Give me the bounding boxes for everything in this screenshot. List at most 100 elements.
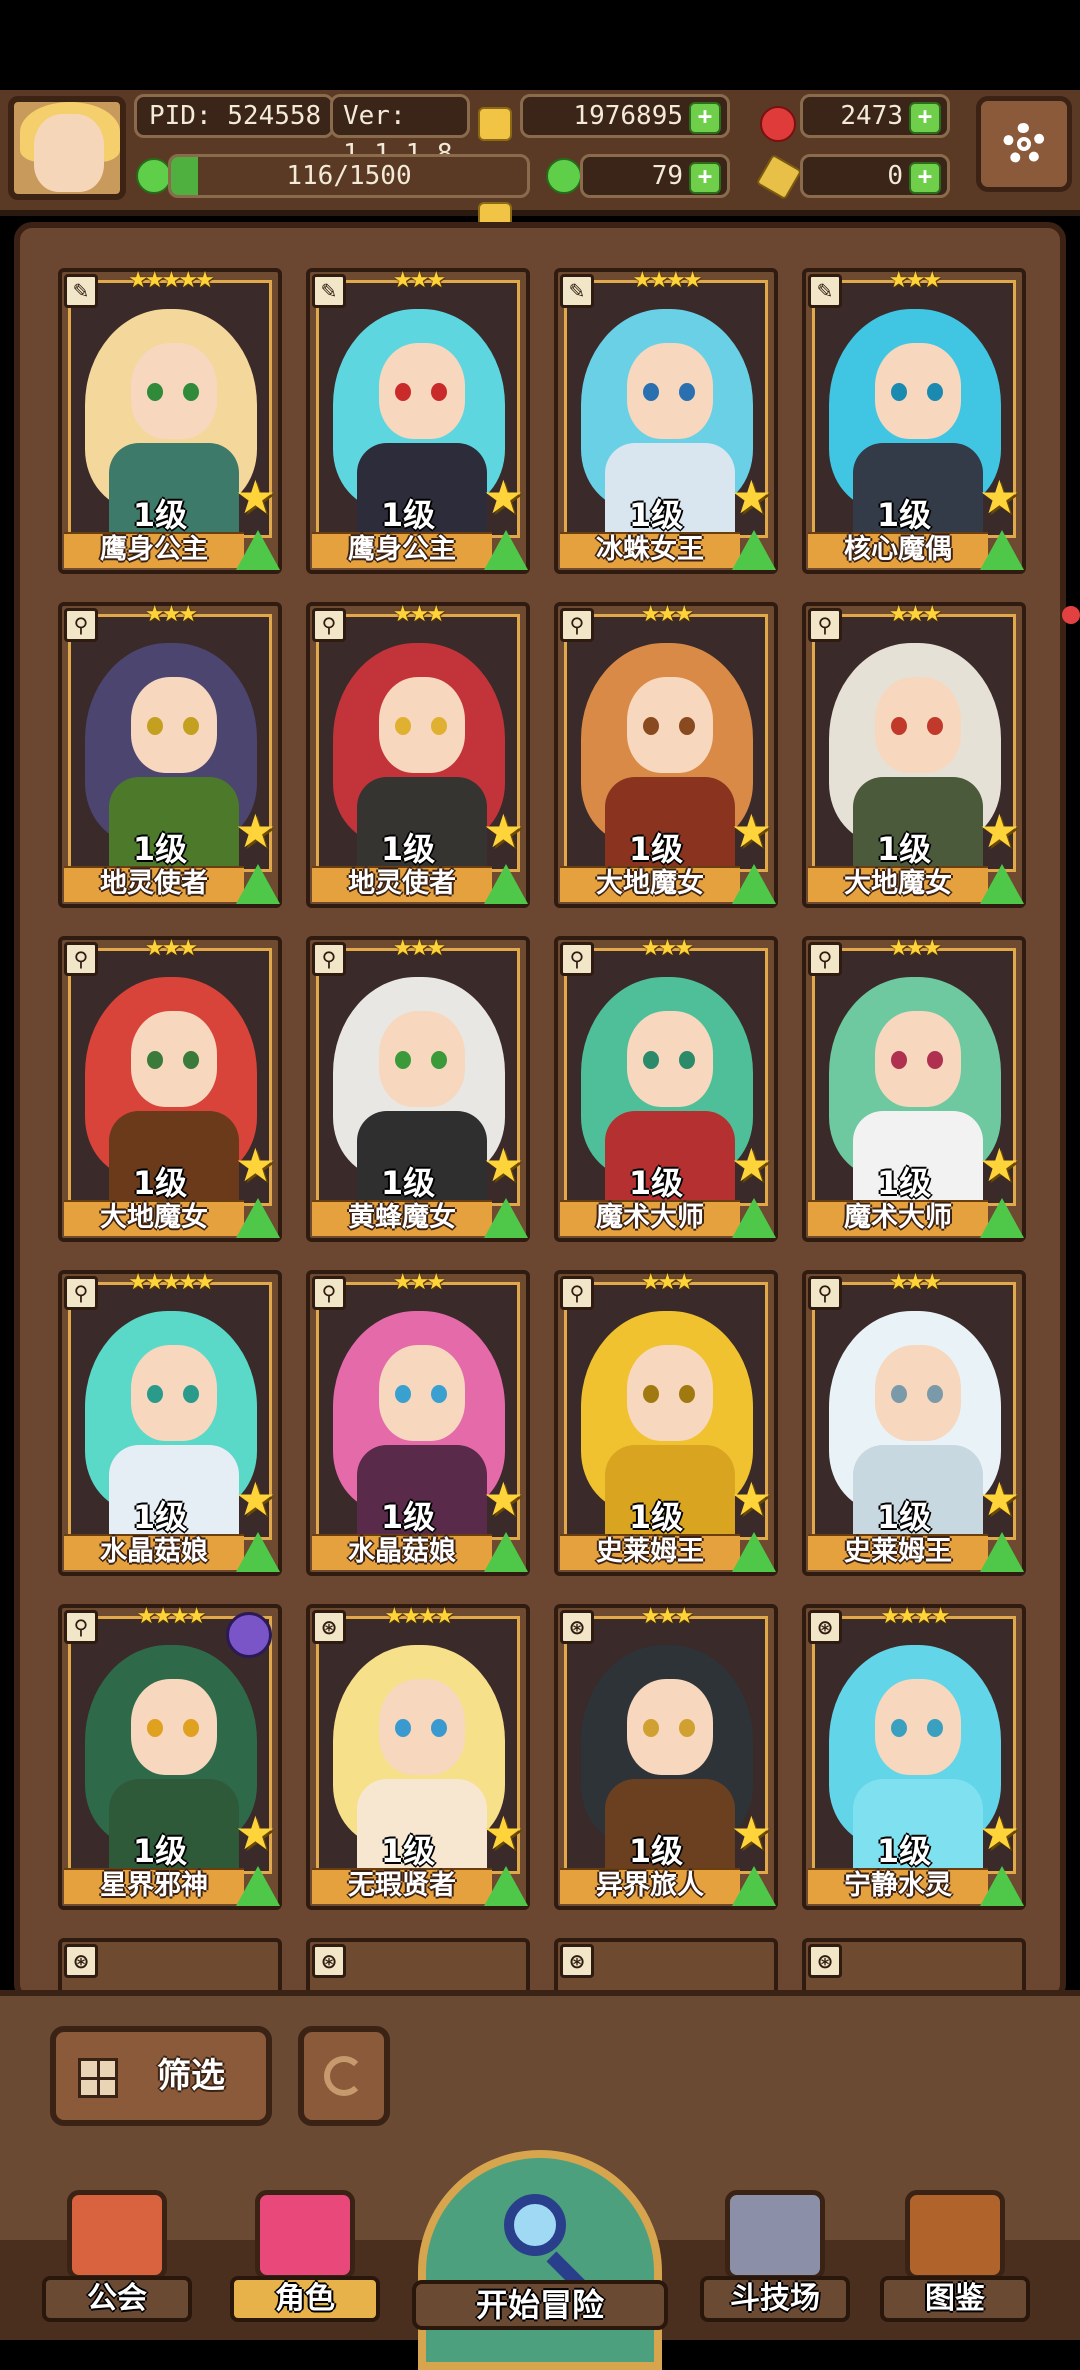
character-level: 1级 <box>876 1832 932 1870</box>
character-name: 大地魔女 <box>64 1200 244 1236</box>
character-card[interactable]: ✎ ★★★★ 1级 ★ 冰蛛女王 <box>554 268 778 574</box>
key-counter: 0 + <box>800 154 950 198</box>
character-card[interactable]: ✎ ★★★ 1级 ★ 鹰身公主 <box>306 268 530 574</box>
player-avatar[interactable] <box>8 96 126 200</box>
character-level: 1级 <box>380 496 436 534</box>
upgrade-arrow-icon <box>732 530 776 570</box>
portrait-face <box>875 1011 961 1107</box>
portrait-face <box>627 343 713 439</box>
ruby-icon <box>760 106 796 142</box>
star-rating: ★★★ <box>888 602 942 627</box>
awaken-star-icon: ★ <box>234 1472 276 1526</box>
star-rating: ★★★ <box>392 1270 446 1295</box>
class-icon: ⊛ <box>64 1944 98 1978</box>
character-level: 1级 <box>628 830 684 868</box>
character-card[interactable]: ✎ ★★★ 1级 ★ 核心魔偶 <box>802 268 1026 574</box>
character-card[interactable]: ⚲ ★★★ 1级 ★ 大地魔女 <box>554 602 778 908</box>
portrait-eye <box>891 717 907 735</box>
nav-guild[interactable]: 公会 <box>42 2190 192 2322</box>
portrait-eye <box>927 1385 943 1403</box>
portrait-eye <box>891 1051 907 1069</box>
portrait-face <box>379 1345 465 1441</box>
character-card[interactable]: ⚲ ★★★ 1级 ★ 魔术大师 <box>554 936 778 1242</box>
character-card[interactable]: ⚲ ★★★ 1级 ★ 史莱姆王 <box>802 1270 1026 1576</box>
character-card[interactable]: ⊛ ★★★★ 1级 ★ 无瑕贤者 <box>306 1604 530 1910</box>
nav-codex[interactable]: 图鉴 <box>880 2190 1030 2322</box>
character-name: 冰蛛女王 <box>560 532 740 568</box>
clover-currency-icon <box>546 158 582 194</box>
portrait-face <box>379 677 465 773</box>
nav-characters[interactable]: 角色 <box>230 2190 380 2322</box>
refresh-icon <box>324 2056 364 2096</box>
portrait-eye <box>183 1051 199 1069</box>
portrait-eye <box>183 1385 199 1403</box>
character-level: 1级 <box>628 1498 684 1536</box>
character-card[interactable]: ⚲ ★★★★ 1级 ★ 星界邪神 <box>58 1604 282 1910</box>
gem-value: 2473 <box>840 101 903 131</box>
upgrade-arrow-icon <box>980 1532 1024 1572</box>
class-icon: ⊛ <box>560 1944 594 1978</box>
character-card[interactable]: ⊛ ★★★ 1级 ★ 异界旅人 <box>554 1604 778 1910</box>
character-level: 1级 <box>380 830 436 868</box>
character-card[interactable]: ⊛ ★★★★ 1级 ★ 宁静水灵 <box>802 1604 1026 1910</box>
character-portrait-icon <box>255 2190 355 2280</box>
portrait-face <box>379 1011 465 1107</box>
character-panel: ✎ ★★★★★ 1级 ★ 鹰身公主 ✎ ★★★ 1级 ★ 鹰身公主 ✎ ★★★★… <box>14 222 1066 2002</box>
portrait-face <box>131 677 217 773</box>
class-icon: ⊛ <box>808 1944 842 1978</box>
character-card[interactable]: ⚲ ★★★ 1级 ★ 史莱姆王 <box>554 1270 778 1576</box>
crossed-swords-icon <box>725 2190 825 2280</box>
status-bar <box>0 0 1080 90</box>
magnifier-icon <box>504 2194 566 2256</box>
character-card[interactable]: ⚲ ★★★ 1级 ★ 地灵使者 <box>58 602 282 908</box>
character-name: 大地魔女 <box>808 866 988 902</box>
portrait-eye <box>891 383 907 401</box>
add-gem-plus-icon[interactable]: + <box>909 102 941 134</box>
character-card[interactable]: ✎ ★★★★★ 1级 ★ 鹰身公主 <box>58 268 282 574</box>
character-level: 1级 <box>380 1164 436 1202</box>
filter-button[interactable]: 筛选 <box>50 2026 272 2126</box>
settings-button[interactable] <box>976 96 1072 192</box>
guild-building-icon <box>67 2190 167 2280</box>
character-card[interactable]: ⚲ ★★★ 1级 ★ 魔术大师 <box>802 936 1026 1242</box>
character-card[interactable]: ⚲ ★★★ 1级 ★ 黄蜂魔女 <box>306 936 530 1242</box>
awaken-star-icon: ★ <box>482 1138 524 1192</box>
reset-button[interactable] <box>298 2026 390 2126</box>
character-name: 异界旅人 <box>560 1868 740 1904</box>
star-rating: ★★★★★ <box>128 268 215 293</box>
character-card[interactable]: ⚲ ★★★★★ 1级 ★ 水晶菇娘 <box>58 1270 282 1576</box>
portrait-face <box>627 1345 713 1441</box>
awaken-star-icon: ★ <box>234 1138 276 1192</box>
star-rating: ★★★ <box>392 936 446 961</box>
start-adventure-button[interactable]: 开始冒险 <box>412 2150 668 2370</box>
portrait-eye <box>395 1385 411 1403</box>
character-level: 1级 <box>628 1832 684 1870</box>
character-level: 1级 <box>132 1164 188 1202</box>
portrait-face <box>131 1011 217 1107</box>
add-clover-plus-icon[interactable]: + <box>689 162 721 194</box>
portrait-face <box>627 677 713 773</box>
awaken-star-icon: ★ <box>482 470 524 524</box>
stamina-bar-fill <box>171 157 199 195</box>
portrait-face <box>379 343 465 439</box>
character-name: 史莱姆王 <box>560 1534 740 1570</box>
character-name: 黄蜂魔女 <box>312 1200 492 1236</box>
star-rating: ★★★ <box>392 268 446 293</box>
book-icon <box>905 2190 1005 2280</box>
character-level: 1级 <box>380 1832 436 1870</box>
add-key-plus-icon[interactable]: + <box>909 162 941 194</box>
star-rating: ★★★ <box>640 602 694 627</box>
clover-counter: 79 + <box>580 154 730 198</box>
character-card[interactable]: ⚲ ★★★ 1级 ★ 地灵使者 <box>306 602 530 908</box>
awaken-star-icon: ★ <box>978 1138 1020 1192</box>
nav-arena[interactable]: 斗技场 <box>700 2190 850 2322</box>
star-rating: ★★★★★ <box>128 1270 215 1295</box>
add-gold-plus-icon[interactable]: + <box>689 102 721 134</box>
portrait-eye <box>679 717 695 735</box>
upgrade-arrow-icon <box>732 864 776 904</box>
character-card[interactable]: ⚲ ★★★ 1级 ★ 大地魔女 <box>802 602 1026 908</box>
filter-label: 筛选 <box>157 2056 225 2096</box>
character-card[interactable]: ⚲ ★★★ 1级 ★ 大地魔女 <box>58 936 282 1242</box>
character-card[interactable]: ⚲ ★★★ 1级 ★ 水晶菇娘 <box>306 1270 530 1576</box>
awaken-star-icon: ★ <box>730 470 772 524</box>
